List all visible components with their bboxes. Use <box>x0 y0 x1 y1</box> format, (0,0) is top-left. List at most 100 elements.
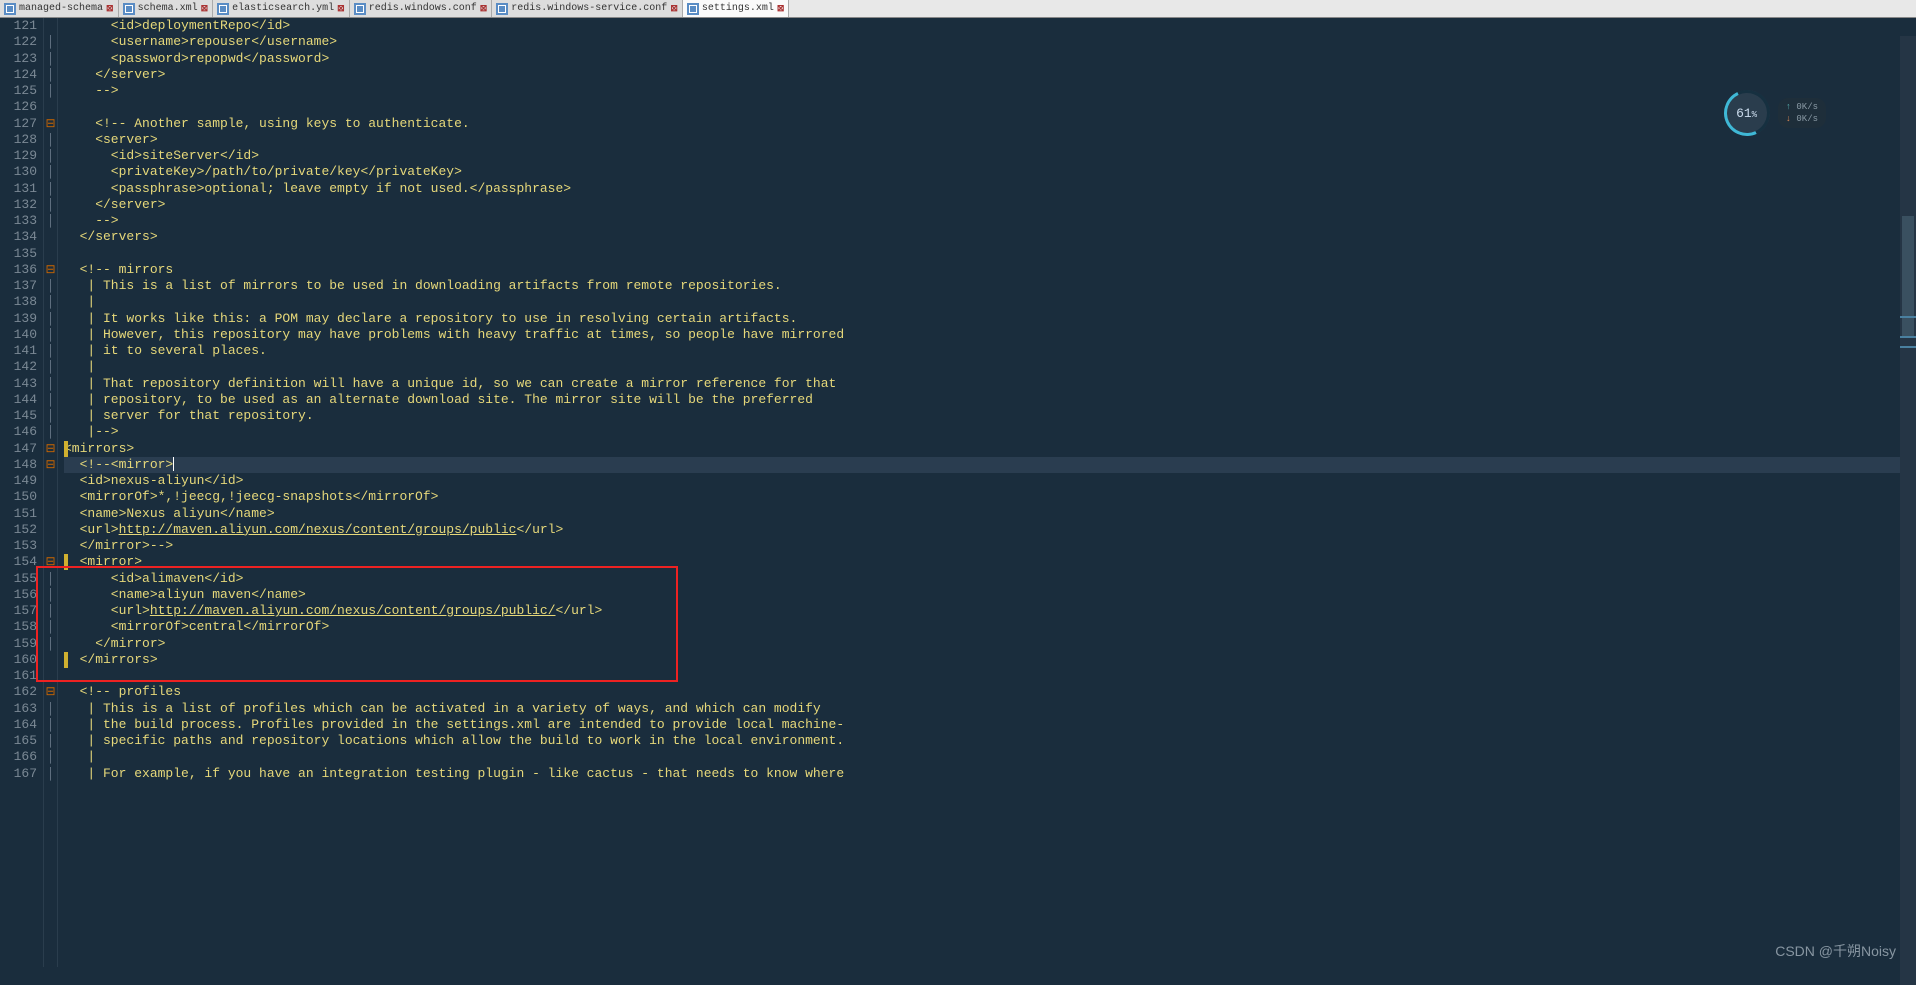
code-line[interactable]: | specific paths and repository location… <box>64 733 1916 749</box>
code-line[interactable]: | For example, if you have an integratio… <box>64 766 1916 782</box>
tab-schema-xml[interactable]: schema.xml⊠ <box>119 0 214 17</box>
line-number: 143 <box>0 376 37 392</box>
code-area[interactable]: <id>deploymentRepo</id> <username>repous… <box>64 18 1916 967</box>
cpu-gauge: 61% <box>1724 90 1770 136</box>
code-line[interactable]: <name>Nexus aliyun</name> <box>64 506 1916 522</box>
line-number: 162 <box>0 684 37 700</box>
tab-bar: managed-schema⊠ schema.xml⊠ elasticsearc… <box>0 0 1916 18</box>
line-number: 134 <box>0 229 37 245</box>
code-line[interactable]: | It works like this: a POM may declare … <box>64 311 1916 327</box>
code-line[interactable]: <server> <box>64 132 1916 148</box>
code-line[interactable]: <name>aliyun maven</name> <box>64 587 1916 603</box>
line-number: 150 <box>0 489 37 505</box>
code-line[interactable]: <passphrase>optional; leave empty if not… <box>64 181 1916 197</box>
fold-marker: │ <box>44 359 57 375</box>
fold-marker <box>44 668 57 684</box>
code-line[interactable]: | This is a list of profiles which can b… <box>64 701 1916 717</box>
tab-elasticsearch-yml[interactable]: elasticsearch.yml⊠ <box>213 0 350 17</box>
code-line[interactable]: | However, this repository may have prob… <box>64 327 1916 343</box>
line-number-gutter: 1211221231241251261271281291301311321331… <box>0 18 44 967</box>
tab-settings-xml[interactable]: settings.xml⊠ <box>683 0 790 17</box>
fold-column[interactable]: ││││⊟││││││⊟││││││││││⊟⊟⊟│││││⊟│││││ <box>44 18 58 967</box>
fold-marker: │ <box>44 343 57 359</box>
fold-marker[interactable]: ⊟ <box>44 441 57 457</box>
line-number: 164 <box>0 717 37 733</box>
code-line[interactable]: <!-- mirrors <box>64 262 1916 278</box>
code-line[interactable]: | it to several places. <box>64 343 1916 359</box>
code-line[interactable] <box>64 246 1916 262</box>
code-line[interactable]: <mirror> <box>64 554 1916 570</box>
code-line[interactable]: <id>nexus-aliyun</id> <box>64 473 1916 489</box>
fold-marker[interactable]: ⊟ <box>44 554 57 570</box>
line-number: 124 <box>0 67 37 83</box>
line-number: 147 <box>0 441 37 457</box>
code-line[interactable]: | <box>64 749 1916 765</box>
code-line[interactable]: | <box>64 294 1916 310</box>
code-line[interactable]: | repository, to be used as an alternate… <box>64 392 1916 408</box>
code-line[interactable]: --> <box>64 83 1916 99</box>
code-line[interactable]: | the build process. Profiles provided i… <box>64 717 1916 733</box>
scroll-thumb[interactable] <box>1902 216 1914 336</box>
file-icon <box>354 3 366 15</box>
fold-marker <box>44 489 57 505</box>
editor: 1211221231241251261271281291301311321331… <box>0 18 1916 967</box>
watermark: CSDN @千朔Noisy <box>1775 941 1896 961</box>
code-line[interactable]: </mirror>--> <box>64 538 1916 554</box>
tab-redis-windows-service-conf[interactable]: redis.windows-service.conf⊠ <box>492 0 683 17</box>
code-line[interactable]: <id>siteServer</id> <box>64 148 1916 164</box>
fold-marker <box>44 229 57 245</box>
tab-managed-schema[interactable]: managed-schema⊠ <box>0 0 119 17</box>
code-line[interactable] <box>64 668 1916 684</box>
code-line[interactable]: | server for that repository. <box>64 408 1916 424</box>
line-number: 146 <box>0 424 37 440</box>
fold-marker[interactable]: ⊟ <box>44 116 57 132</box>
code-line[interactable]: <mirrorOf>central</mirrorOf> <box>64 619 1916 635</box>
code-line[interactable]: <id>deploymentRepo</id> <box>64 18 1916 34</box>
close-icon[interactable]: ⊠ <box>337 4 345 14</box>
vertical-scrollbar[interactable] <box>1900 36 1916 985</box>
code-line[interactable]: </server> <box>64 197 1916 213</box>
fold-marker: │ <box>44 766 57 782</box>
fold-marker: │ <box>44 132 57 148</box>
code-line[interactable]: <privateKey>/path/to/private/key</privat… <box>64 164 1916 180</box>
change-marker <box>64 441 68 457</box>
close-icon[interactable]: ⊠ <box>670 4 678 14</box>
code-line[interactable]: <mirrorOf>*,!jeecg,!jeecg-snapshots</mir… <box>64 489 1916 505</box>
code-line[interactable]: |--> <box>64 424 1916 440</box>
close-icon[interactable]: ⊠ <box>777 4 785 14</box>
close-icon[interactable]: ⊠ <box>201 4 209 14</box>
line-number: 142 <box>0 359 37 375</box>
code-line[interactable]: | That repository definition will have a… <box>64 376 1916 392</box>
code-line[interactable]: </mirror> <box>64 636 1916 652</box>
code-line[interactable]: --> <box>64 213 1916 229</box>
line-number: 157 <box>0 603 37 619</box>
code-line[interactable]: </server> <box>64 67 1916 83</box>
fold-marker <box>44 506 57 522</box>
scroll-marker <box>1900 336 1916 338</box>
code-line[interactable]: | <box>64 359 1916 375</box>
tab-redis-windows-conf[interactable]: redis.windows.conf⊠ <box>350 0 493 17</box>
fold-marker: │ <box>44 164 57 180</box>
fold-marker[interactable]: ⊟ <box>44 457 57 473</box>
close-icon[interactable]: ⊠ <box>106 4 114 14</box>
fold-marker[interactable]: ⊟ <box>44 262 57 278</box>
close-icon[interactable]: ⊠ <box>480 4 488 14</box>
line-number: 145 <box>0 408 37 424</box>
code-line[interactable]: <id>alimaven</id> <box>64 571 1916 587</box>
code-line[interactable]: <url>http://maven.aliyun.com/nexus/conte… <box>64 603 1916 619</box>
code-line[interactable]: <!-- profiles <box>64 684 1916 700</box>
code-line[interactable] <box>64 99 1916 115</box>
code-line[interactable]: <!-- Another sample, using keys to authe… <box>64 116 1916 132</box>
code-line[interactable]: <username>repouser</username> <box>64 34 1916 50</box>
code-line[interactable]: </servers> <box>64 229 1916 245</box>
code-line[interactable]: <!--<mirror> <box>64 457 1916 473</box>
code-line[interactable]: <url>http://maven.aliyun.com/nexus/conte… <box>64 522 1916 538</box>
line-number: 140 <box>0 327 37 343</box>
fold-marker[interactable]: ⊟ <box>44 684 57 700</box>
system-monitor-widget[interactable]: 61% 0K/s 0K/s <box>1724 90 1826 136</box>
code-line[interactable]: </mirrors> <box>64 652 1916 668</box>
code-line[interactable]: | This is a list of mirrors to be used i… <box>64 278 1916 294</box>
code-line[interactable]: <password>repopwd</password> <box>64 51 1916 67</box>
line-number: 166 <box>0 749 37 765</box>
code-line[interactable]: <mirrors> <box>64 441 1916 457</box>
